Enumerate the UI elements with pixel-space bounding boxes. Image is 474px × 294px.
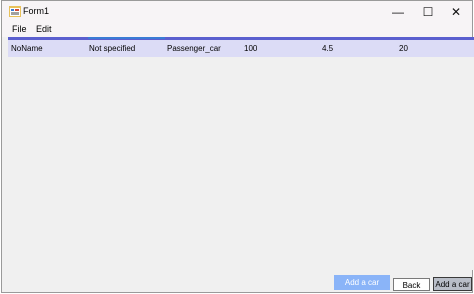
cell-capacity[interactable]: 20	[399, 44, 408, 53]
cell-brand[interactable]: Not specified	[89, 44, 135, 53]
close-button[interactable]: ✕	[439, 1, 473, 23]
window-title: Form1	[23, 6, 50, 16]
menu-file[interactable]: File	[12, 24, 27, 34]
cell-type[interactable]: Passenger_car	[167, 44, 221, 53]
cell-consumption[interactable]: 4.5	[322, 44, 333, 53]
back-button[interactable]: Back	[393, 278, 430, 291]
cell-power[interactable]: 100	[244, 44, 257, 53]
form-app-icon	[9, 6, 21, 17]
cell-name[interactable]: NoName	[11, 44, 43, 53]
main-window: Form1 — ☐ ✕ File Edit NoName Not specifi…	[1, 0, 474, 293]
add-car-button[interactable]: Add a car	[334, 275, 390, 290]
column-accent	[88, 37, 165, 39]
cars-grid[interactable]: NoName Not specified Passenger_car 100 4…	[8, 37, 474, 270]
menu-edit[interactable]: Edit	[36, 24, 52, 34]
title-bar: Form1 — ☐ ✕	[2, 1, 472, 23]
add-car-secondary-button[interactable]: Add a car	[433, 277, 472, 291]
menu-bar: File Edit	[2, 23, 472, 37]
minimize-button[interactable]: —	[381, 1, 415, 23]
table-row[interactable]: NoName Not specified Passenger_car 100 4…	[8, 40, 474, 57]
